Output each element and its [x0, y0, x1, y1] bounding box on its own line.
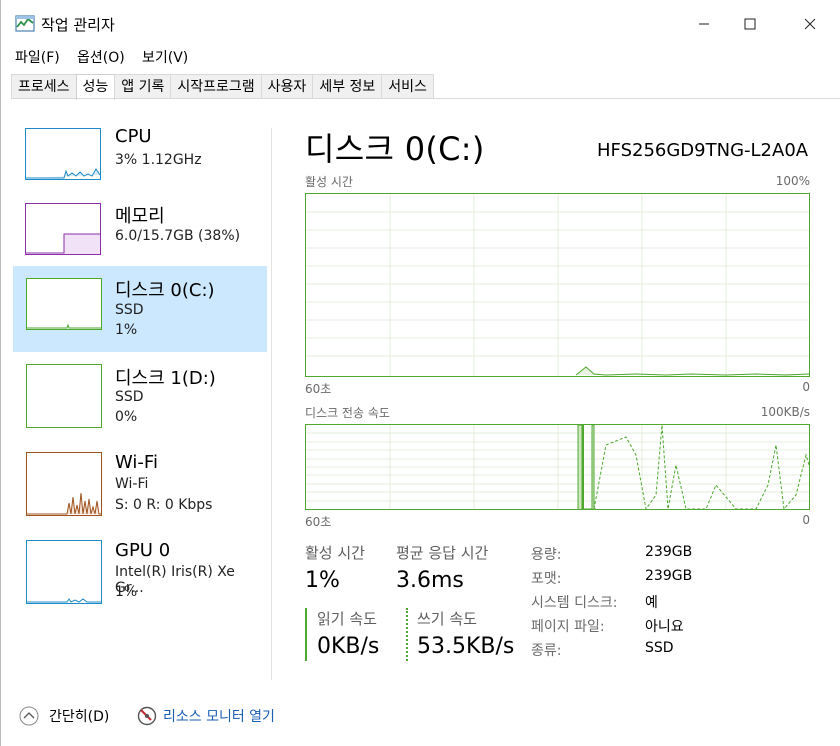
sidebar-memory-detail: 6.0/15.7GB (38%): [115, 228, 241, 244]
active-time-graph-time: 60초: [305, 382, 332, 396]
transfer-rate-graph-max: 100KB/s: [760, 405, 810, 419]
avg-response-label: 평균 응답 시간: [396, 544, 489, 562]
type-value: SSD: [645, 640, 674, 656]
page-file-value: 아니요: [645, 619, 684, 635]
tab-app-history[interactable]: 앱 기록: [114, 74, 172, 99]
sidebar-disk0-title: 디스크 0(C:): [115, 280, 215, 301]
sidebar-item-disk1[interactable]: 디스크 1(D:) SSD 0%: [13, 362, 267, 448]
sidebar-disk1-usage: 0%: [115, 409, 138, 425]
collapse-link[interactable]: 간단히(D): [49, 706, 109, 726]
sidebar-wifi-throughput: S: 0 R: 0 Kbps: [115, 497, 213, 513]
transfer-rate-graph-label: 디스크 전송 속도: [305, 406, 390, 420]
close-button[interactable]: [787, 0, 833, 48]
memory-thumbnail-graph: [25, 203, 101, 255]
write-speed-label: 쓰기 속도: [417, 610, 477, 628]
minimize-icon: [699, 23, 709, 25]
disk1-thumbnail-graph: [26, 364, 102, 428]
maximize-button[interactable]: [727, 0, 773, 48]
page-file-label: 페이지 파일:: [531, 619, 605, 635]
capacity-value: 239GB: [645, 544, 693, 560]
write-speed-legend-line: [406, 608, 408, 661]
close-icon: [804, 18, 816, 30]
tab-startup[interactable]: 시작프로그램: [170, 74, 262, 99]
format-label: 포맷:: [531, 571, 562, 587]
tab-users[interactable]: 사용자: [260, 74, 314, 99]
tab-services[interactable]: 서비스: [381, 74, 434, 99]
open-resource-monitor-link[interactable]: 리소스 모니터 열기: [163, 706, 275, 726]
sidebar-item-wifi[interactable]: Wi-Fi Wi-Fi S: 0 R: 0 Kbps: [13, 450, 267, 536]
window-title: 작업 관리자: [41, 16, 115, 34]
transfer-rate-graph-time: 60초: [305, 515, 332, 529]
sidebar-gpu-model: Intel(R) Iris(R) Xe Gr...: [115, 564, 235, 596]
tab-details[interactable]: 세부 정보: [312, 74, 383, 99]
disk-title: 디스크 0(C:): [305, 130, 485, 168]
capacity-label: 용량:: [531, 547, 562, 563]
sidebar-wifi-title: Wi-Fi: [115, 452, 158, 473]
system-disk-value: 예: [645, 595, 658, 611]
sidebar-item-gpu[interactable]: GPU 0 Intel(R) Iris(R) Xe Gr... 1%: [13, 538, 267, 624]
write-speed-value: 53.5KB/s: [417, 634, 515, 659]
active-time-value: 1%: [305, 568, 340, 593]
sidebar-cpu-title: CPU: [115, 126, 152, 147]
type-label: 종류:: [531, 643, 562, 659]
sidebar-gpu-title: GPU 0: [115, 540, 171, 561]
sidebar-memory-title: 메모리: [115, 206, 165, 227]
task-manager-icon: [15, 14, 35, 34]
disk-model: HFS256GD9TNG-L2A0A: [597, 140, 809, 161]
sidebar-disk1-type: SSD: [115, 389, 144, 405]
panel-divider: [271, 128, 272, 680]
tab-divider: [11, 98, 840, 99]
cpu-thumbnail-graph: [25, 128, 101, 180]
menu-options[interactable]: 옵션(O): [77, 47, 125, 67]
tab-processes[interactable]: 프로세스: [11, 74, 77, 99]
sidebar-cpu-detail: 3% 1.12GHz: [115, 152, 202, 168]
read-speed-legend-line: [305, 608, 307, 661]
sidebar-disk0-usage: 1%: [115, 322, 138, 338]
sidebar-gpu-usage: 1%: [115, 584, 138, 600]
active-time-label: 활성 시간: [305, 544, 365, 562]
sidebar-item-cpu[interactable]: CPU 3% 1.12GHz: [13, 124, 267, 210]
active-time-graph-min: 0: [802, 380, 810, 394]
avg-response-value: 3.6ms: [396, 568, 464, 593]
menu-file[interactable]: 파일(F): [15, 47, 60, 67]
system-disk-label: 시스템 디스크:: [531, 595, 618, 611]
format-value: 239GB: [645, 568, 693, 584]
active-time-graph-max: 100%: [775, 174, 810, 188]
read-speed-label: 읽기 속도: [317, 610, 377, 628]
read-speed-value: 0KB/s: [317, 634, 380, 659]
sidebar-wifi-adapter: Wi-Fi: [115, 476, 149, 492]
active-time-graph: [305, 193, 810, 377]
tab-performance[interactable]: 성능: [75, 74, 116, 100]
tab-bar: 프로세스 성능 앱 기록 시작프로그램 사용자 세부 정보 서비스: [11, 74, 434, 100]
wifi-thumbnail-graph: [26, 452, 102, 516]
menu-view[interactable]: 보기(V): [142, 47, 188, 67]
sidebar-item-disk0[interactable]: 디스크 0(C:) SSD 1%: [13, 266, 267, 352]
maximize-icon: [744, 18, 756, 30]
sidebar-disk1-title: 디스크 1(D:): [115, 368, 216, 389]
active-time-graph-label: 활성 시간: [305, 175, 353, 189]
minimize-button[interactable]: [681, 0, 727, 48]
disk0-thumbnail-graph: [26, 278, 102, 330]
resource-monitor-icon: [137, 706, 157, 726]
transfer-rate-graph: [305, 424, 810, 511]
transfer-rate-graph-min: 0: [802, 513, 810, 527]
gpu-thumbnail-graph: [26, 540, 102, 604]
task-manager-window: 작업 관리자 파일(F) 옵션(O) 보기(V) 프로세스 성능 앱 기록 시작…: [0, 0, 840, 746]
collapse-chevron-up-icon[interactable]: [19, 706, 39, 726]
sidebar-disk0-type: SSD: [115, 302, 144, 318]
